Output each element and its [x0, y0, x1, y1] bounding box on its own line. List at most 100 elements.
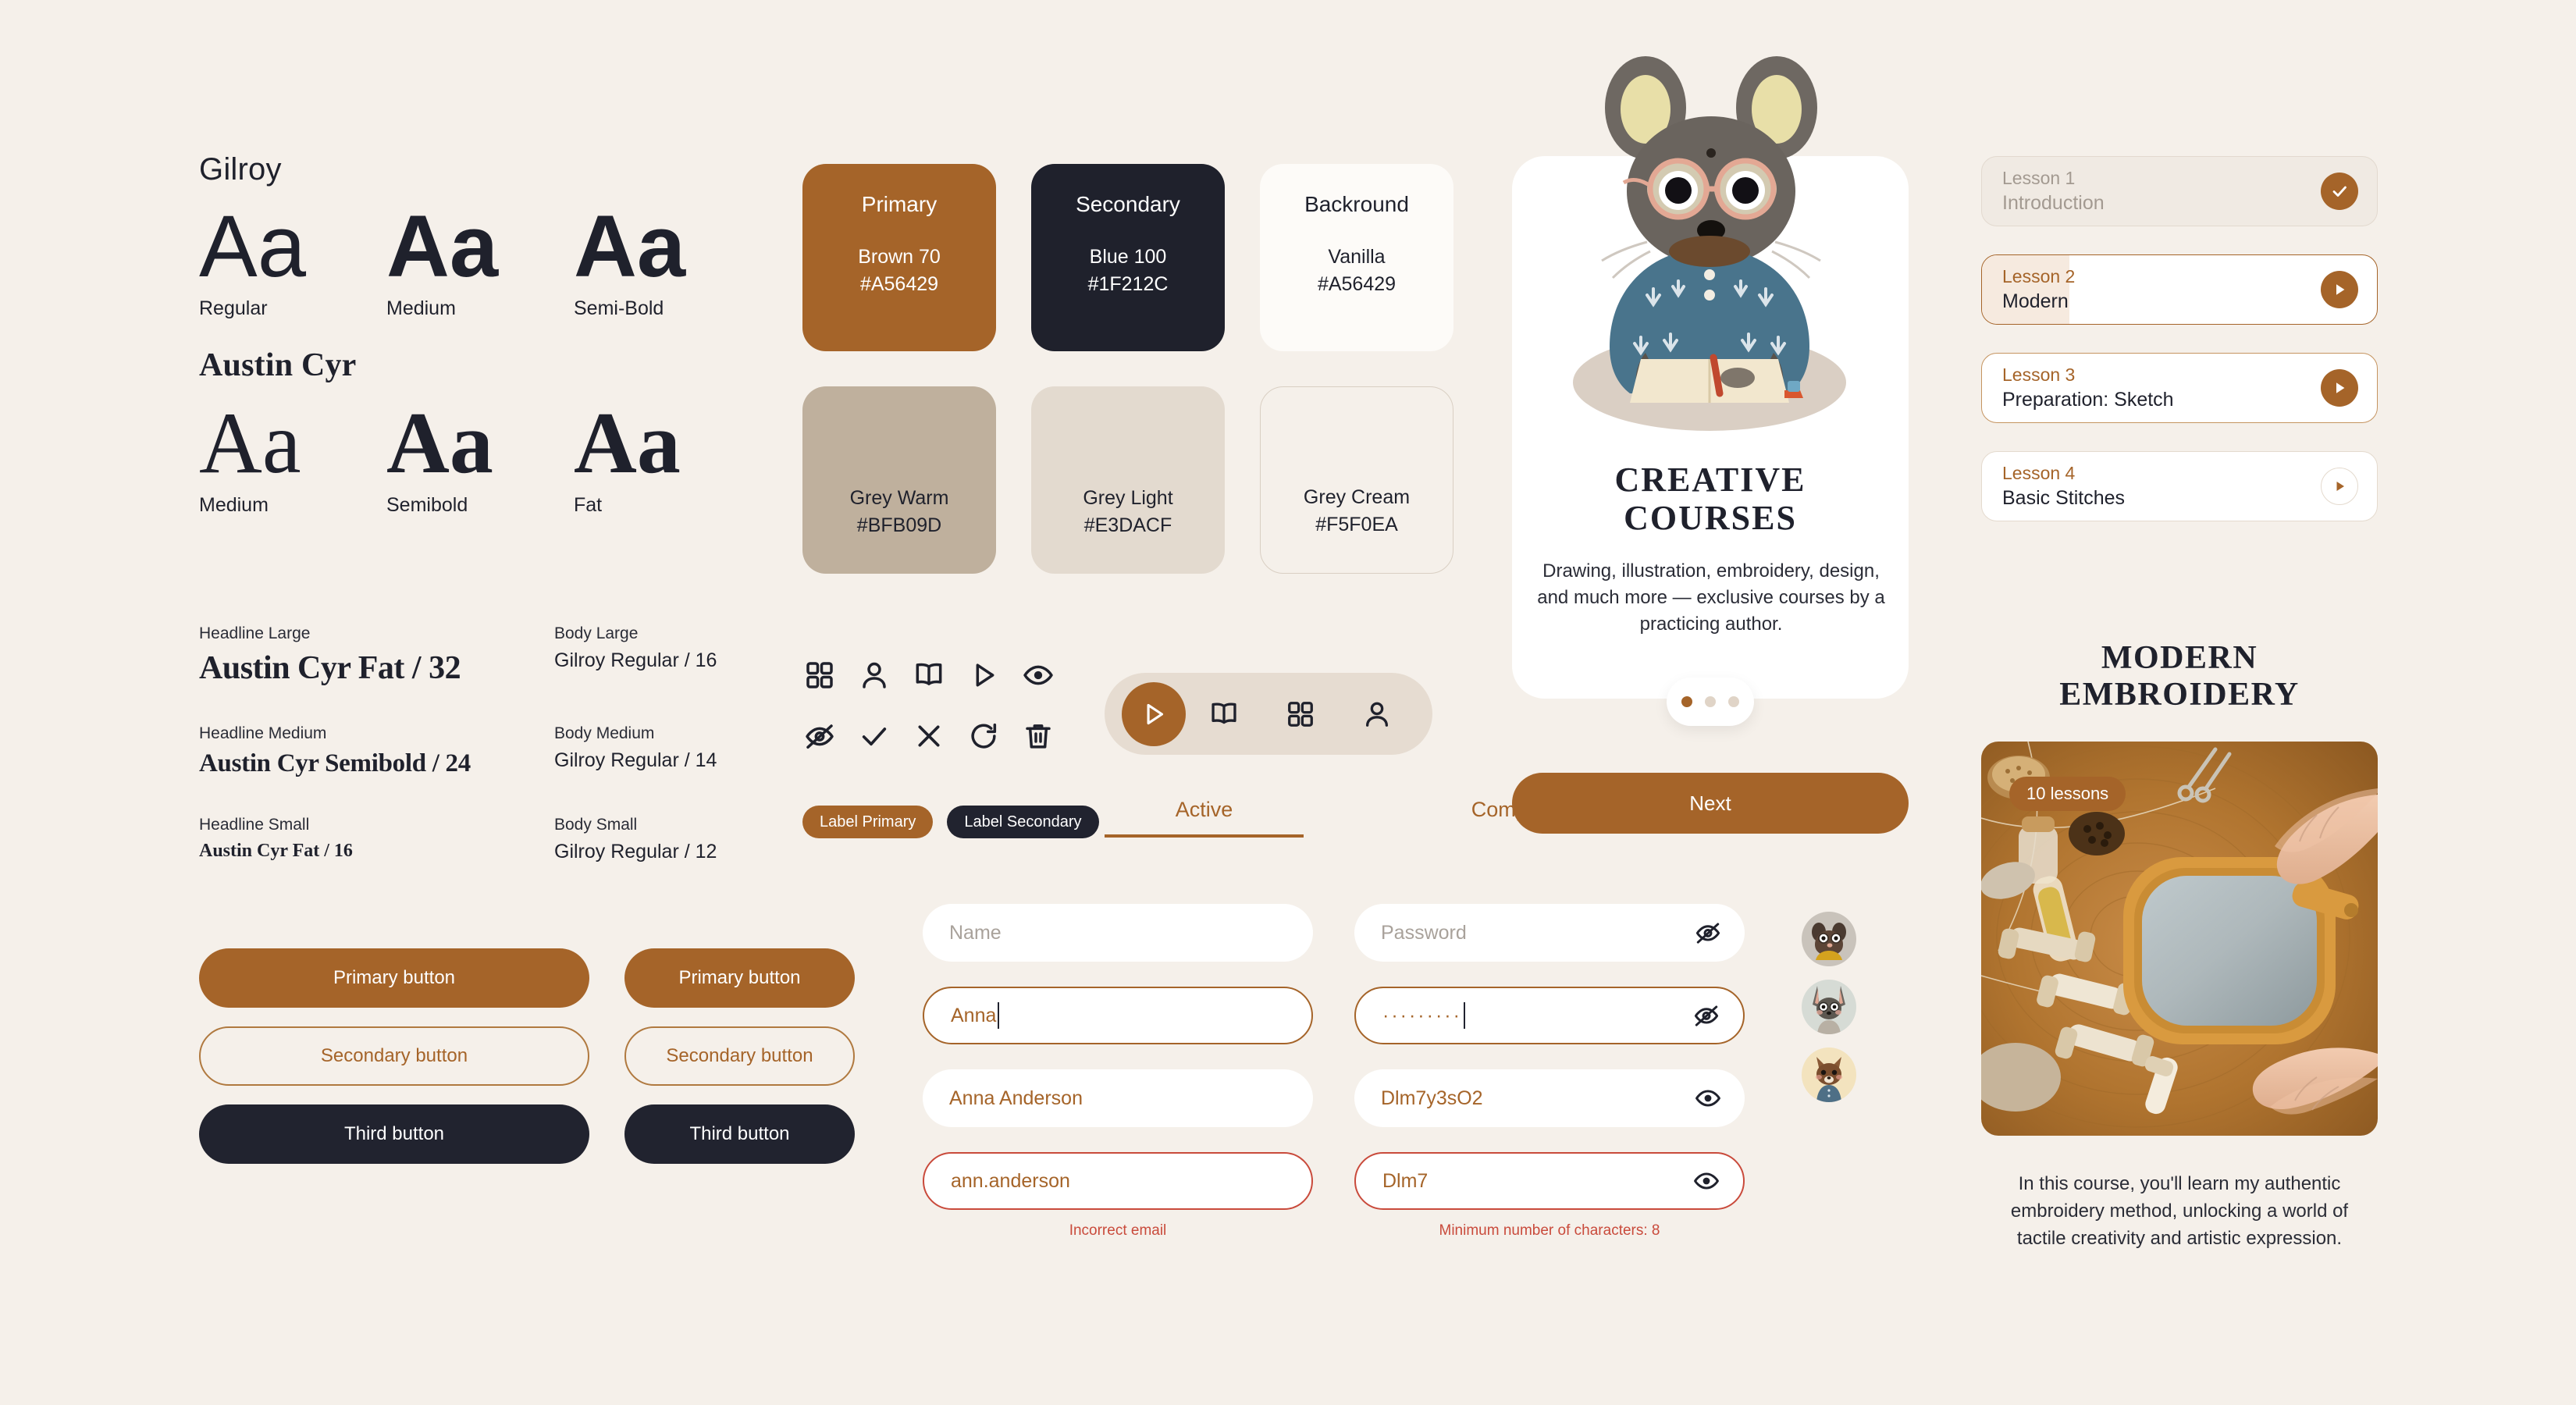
specimen-regular: Aa Regular [199, 199, 386, 320]
lesson-item[interactable]: Lesson 2 Modern [1981, 254, 2378, 325]
play-icon[interactable] [2321, 468, 2358, 505]
third-button[interactable]: Third button [199, 1104, 589, 1164]
next-button[interactable]: Next [1512, 773, 1909, 834]
specimen-label: Regular [199, 297, 268, 319]
specimen-glyph: Aa [199, 394, 301, 492]
lesson-number: Lesson 3 [2002, 364, 2076, 385]
eye-off-icon[interactable] [1693, 1002, 1720, 1029]
swatch-hex: #A56429 [1317, 273, 1397, 295]
book-open-icon[interactable] [913, 660, 945, 691]
check-icon[interactable] [859, 720, 890, 752]
play-icon[interactable] [2321, 271, 2358, 308]
eye-icon[interactable] [1693, 1168, 1720, 1194]
pagination-dot-1[interactable] [1681, 696, 1692, 707]
avatar[interactable] [1802, 912, 1856, 966]
icon-library [804, 660, 1077, 752]
scale-label: Headline Small [199, 816, 310, 834]
swatch-grey-light[interactable]: Grey Light #E3DACF [1031, 386, 1225, 574]
scale-value: Austin Cyr Fat / 32 [199, 650, 461, 686]
promo-description: In this course, you'll learn my authenti… [2010, 1173, 2349, 1249]
specimen-row: Aa Medium Aa Semibold Aa Fat [199, 394, 761, 517]
nav-item-grid[interactable] [1262, 699, 1339, 729]
scale-entry-headline-small: Headline Small Austin Cyr Fat / 16 [199, 816, 554, 863]
play-icon[interactable] [2321, 369, 2358, 407]
text-caret [1463, 1002, 1465, 1029]
lesson-name: Preparation: Sketch [2002, 388, 2174, 411]
play-icon [1147, 703, 1164, 724]
eye-off-icon[interactable] [1695, 919, 1721, 946]
close-icon[interactable] [913, 720, 945, 752]
password-input-empty[interactable]: Password [1354, 904, 1745, 962]
eye-icon[interactable] [1695, 1085, 1721, 1112]
password-input-revealed[interactable]: Dlm7y3sO2 [1354, 1069, 1745, 1127]
swatch-hex: #E3DACF [1083, 514, 1172, 536]
input-value: Anna Anderson [949, 1087, 1083, 1109]
typography-panel: Gilroy Aa Regular Aa Medium Aa Semi-Bold… [199, 152, 761, 517]
specimen-glyph: Aa [574, 394, 681, 492]
user-icon[interactable] [859, 660, 890, 691]
swatch-name: Vanilla [1328, 246, 1386, 268]
lesson-item[interactable]: Lesson 4 Basic Stitches [1981, 451, 2378, 521]
email-error-message: Incorrect email [1069, 1222, 1167, 1239]
scale-entry-body-small: Body Small Gilroy Regular / 12 [554, 816, 745, 863]
pagination-dot-2[interactable] [1705, 696, 1716, 707]
lesson-number: Lesson 2 [2002, 265, 2076, 286]
primary-button[interactable]: Primary button [624, 948, 855, 1008]
scale-value: Gilroy Regular / 16 [554, 649, 717, 671]
swatch-background[interactable]: Backround Vanilla #A56429 [1260, 164, 1453, 351]
pagination-dot-3[interactable] [1728, 696, 1739, 707]
promo-title-line2: EMBROIDERY [2059, 677, 2300, 713]
nav-item-play-active[interactable] [1122, 681, 1186, 746]
swatch-primary[interactable]: Primary Brown 70 #A56429 [802, 164, 996, 351]
name-input-filled[interactable]: Anna Anderson [923, 1069, 1313, 1127]
chip-label-primary[interactable]: Label Primary [802, 806, 934, 838]
specimen-label: Semi-Bold [574, 297, 664, 319]
specimen-fat: Aa Fat [574, 394, 761, 517]
input-placeholder: Name [949, 921, 1002, 944]
scale-label: Headline Large [199, 624, 311, 642]
lesson-number: Lesson 4 [2002, 462, 2076, 483]
play-icon[interactable] [968, 660, 999, 691]
password-input-focused[interactable]: ········· [1354, 987, 1745, 1044]
specimen-row: Aa Regular Aa Medium Aa Semi-Bold [199, 199, 761, 320]
eye-icon[interactable] [1023, 660, 1054, 691]
secondary-button[interactable]: Secondary button [199, 1026, 589, 1086]
scale-entry-headline-medium: Headline Medium Austin Cyr Semibold / 24 [199, 724, 554, 778]
user-icon [1362, 699, 1392, 729]
avatar[interactable] [1802, 1048, 1856, 1102]
email-input-error[interactable]: ann.anderson [923, 1152, 1313, 1210]
swatch-grey-warm[interactable]: Grey Warm #BFB09D [802, 386, 996, 574]
carousel-pagination [1667, 678, 1754, 726]
promo-title-line1: MODERN [2101, 640, 2258, 676]
name-input-focused[interactable]: Anna [923, 987, 1313, 1044]
color-swatches: Primary Brown 70 #A56429 Secondary Blue … [802, 164, 1453, 574]
segmented-navigation [1105, 673, 1432, 755]
password-input-error[interactable]: Dlm7 [1354, 1152, 1745, 1210]
primary-button[interactable]: Primary button [199, 948, 589, 1008]
promo-title: MODERN EMBROIDERY [1981, 640, 2378, 713]
trash-icon[interactable] [1023, 720, 1054, 752]
lesson-item[interactable]: Lesson 3 Preparation: Sketch [1981, 353, 2378, 423]
refresh-icon[interactable] [968, 720, 999, 752]
eye-off-icon[interactable] [804, 720, 835, 752]
swatch-grey-cream[interactable]: Grey Cream #F5F0EA [1260, 386, 1453, 574]
nav-item-book[interactable] [1186, 699, 1262, 729]
grid-icon[interactable] [804, 660, 835, 691]
input-value: Dlm7 [1382, 1169, 1429, 1192]
swatch-role: Secondary [1076, 192, 1180, 216]
chip-label-secondary[interactable]: Label Secondary [947, 806, 1099, 838]
tab-active[interactable]: Active [1105, 798, 1304, 838]
specimen-medium: Aa Medium [199, 394, 386, 517]
scale-value: Austin Cyr Fat / 16 [199, 841, 353, 861]
swatch-secondary[interactable]: Secondary Blue 100 #1F212C [1031, 164, 1225, 351]
name-input-empty[interactable]: Name [923, 904, 1313, 962]
check-icon[interactable] [2321, 173, 2358, 210]
secondary-button[interactable]: Secondary button [624, 1026, 855, 1086]
lesson-item[interactable]: Lesson 1 Introduction [1981, 156, 2378, 226]
input-masked-value: ········· [1382, 1004, 1462, 1026]
avatar[interactable] [1802, 980, 1856, 1034]
font-family-name: Gilroy [199, 152, 282, 187]
swatch-role: Primary [861, 192, 938, 216]
third-button[interactable]: Third button [624, 1104, 855, 1164]
nav-item-profile[interactable] [1339, 699, 1415, 729]
